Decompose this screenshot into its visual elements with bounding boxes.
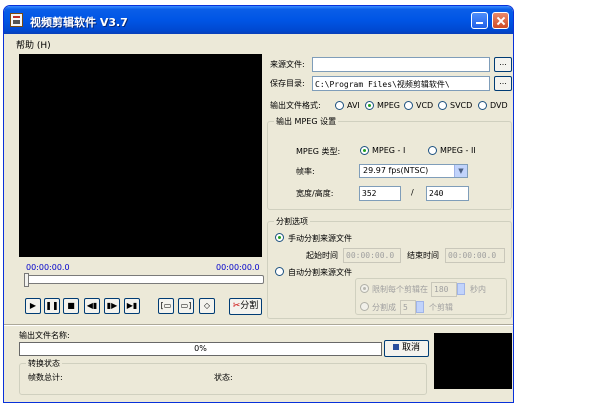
- close-button[interactable]: [492, 12, 509, 29]
- eraser-icon: ◇: [203, 301, 211, 310]
- output-name-label: 输出文件名称:: [19, 331, 70, 340]
- source-label: 来源文件:: [270, 60, 305, 69]
- source-browse-button[interactable]: ...: [494, 57, 512, 72]
- mark-start-button[interactable]: [▭: [158, 298, 174, 314]
- format-svcd-label: SVCD: [450, 101, 473, 110]
- app-icon: [10, 13, 23, 27]
- count-field[interactable]: 5: [400, 300, 416, 315]
- size-slash: /: [411, 188, 414, 197]
- limit-field[interactable]: 180: [431, 282, 457, 297]
- time-current: 00:00:00.0: [26, 263, 70, 272]
- app-window: 视频剪辑软件 V3.7 帮助 (H) 00:00:00.0 00:00:00.0…: [3, 5, 514, 403]
- minimize-button[interactable]: [471, 12, 488, 29]
- save-label: 保存目录:: [270, 79, 305, 88]
- section-divider: [4, 324, 513, 326]
- mpeg1-radio[interactable]: [360, 146, 369, 155]
- end-button[interactable]: ▶▮: [124, 298, 140, 314]
- chevron-down-icon[interactable]: ▼: [454, 165, 467, 177]
- count-radio[interactable]: [360, 302, 369, 311]
- height-field[interactable]: 240: [426, 186, 469, 201]
- video-preview: [19, 54, 262, 257]
- next-frame-button[interactable]: ▮▶: [104, 298, 120, 314]
- prev-frame-button[interactable]: ◀▮: [84, 298, 100, 314]
- output-preview: [434, 333, 512, 389]
- width-field[interactable]: 352: [359, 186, 401, 201]
- format-label: 输出文件格式:: [270, 101, 321, 110]
- play-button[interactable]: ▶: [25, 298, 41, 314]
- format-vcd-radio[interactable]: [404, 101, 413, 110]
- fps-label: 帧率:: [296, 167, 315, 176]
- menu-help[interactable]: 帮助 (H): [16, 38, 51, 51]
- window-title: 视频剪辑软件 V3.7: [30, 16, 128, 29]
- limit-label: 限制每个剪辑在: [372, 285, 428, 294]
- end-time-label: 结束时间: [407, 251, 439, 260]
- format-avi-label: AVI: [347, 101, 360, 110]
- stop-icon: [392, 344, 399, 350]
- clear-button[interactable]: ◇: [199, 298, 215, 314]
- format-vcd-label: VCD: [416, 101, 434, 110]
- split-button[interactable]: ✂分割: [229, 298, 262, 315]
- mpeg-type-label: MPEG 类型:: [296, 147, 341, 156]
- format-avi-radio[interactable]: [335, 101, 344, 110]
- cancel-button[interactable]: 取消: [384, 340, 429, 357]
- mark-start-icon: [▭: [160, 301, 172, 310]
- fps-value: 29.97 fps(NTSC): [363, 166, 429, 175]
- count-unit: 个剪辑: [429, 303, 453, 312]
- pause-button[interactable]: ❚❚: [44, 298, 60, 314]
- seek-slider[interactable]: [24, 273, 264, 287]
- format-mpeg-label: MPEG: [377, 101, 400, 110]
- progress-text: 0%: [194, 344, 207, 353]
- title-bar[interactable]: 视频剪辑软件 V3.7: [4, 6, 513, 34]
- manual-split-radio[interactable]: [275, 233, 284, 242]
- stop-button[interactable]: ■: [63, 298, 79, 314]
- limit-spinner[interactable]: [457, 283, 465, 295]
- mark-end-icon: ▭]: [180, 301, 192, 310]
- save-browse-button[interactable]: ...: [494, 76, 512, 91]
- size-label: 宽度/高度:: [296, 189, 334, 198]
- split-label: 分割: [240, 301, 259, 311]
- count-label: 分割成: [372, 303, 396, 312]
- limit-unit: 秒内: [470, 285, 486, 294]
- status-group-title: 转换状态: [26, 358, 62, 369]
- menu-bar: 帮助 (H): [4, 34, 513, 51]
- fps-select[interactable]: 29.97 fps(NTSC) ▼: [359, 164, 468, 178]
- seek-thumb[interactable]: [24, 273, 29, 287]
- mpeg-settings-title: 输出 MPEG 设置: [274, 116, 339, 127]
- frames-label: 帧数总计:: [28, 373, 63, 382]
- progress-bar: 0%: [19, 342, 382, 356]
- mark-end-button[interactable]: ▭]: [178, 298, 194, 314]
- source-field[interactable]: [312, 57, 490, 72]
- format-dvd-label: DVD: [490, 101, 508, 110]
- format-mpeg-radio[interactable]: [365, 101, 374, 110]
- cancel-label: 取消: [401, 343, 420, 353]
- time-total: 00:00:00.0: [216, 263, 260, 272]
- save-field[interactable]: C:\Program Files\视频剪辑软件\: [312, 76, 490, 91]
- start-time-label: 起始时间: [306, 251, 338, 260]
- status-label: 状态:: [214, 373, 233, 382]
- auto-split-label: 自动分割来源文件: [288, 268, 352, 277]
- start-time-field[interactable]: 00:00:00.0: [343, 248, 401, 263]
- format-dvd-radio[interactable]: [478, 101, 487, 110]
- mpeg1-label: MPEG - I: [372, 146, 406, 155]
- split-options-title: 分割选项: [274, 216, 310, 227]
- limit-radio[interactable]: [360, 284, 369, 293]
- end-time-field[interactable]: 00:00:00.0: [445, 248, 505, 263]
- mpeg2-radio[interactable]: [428, 146, 437, 155]
- auto-split-radio[interactable]: [275, 267, 284, 276]
- format-svcd-radio[interactable]: [438, 101, 447, 110]
- mpeg2-label: MPEG - II: [440, 146, 476, 155]
- manual-split-label: 手动分割来源文件: [288, 234, 352, 243]
- count-spinner[interactable]: [416, 301, 424, 313]
